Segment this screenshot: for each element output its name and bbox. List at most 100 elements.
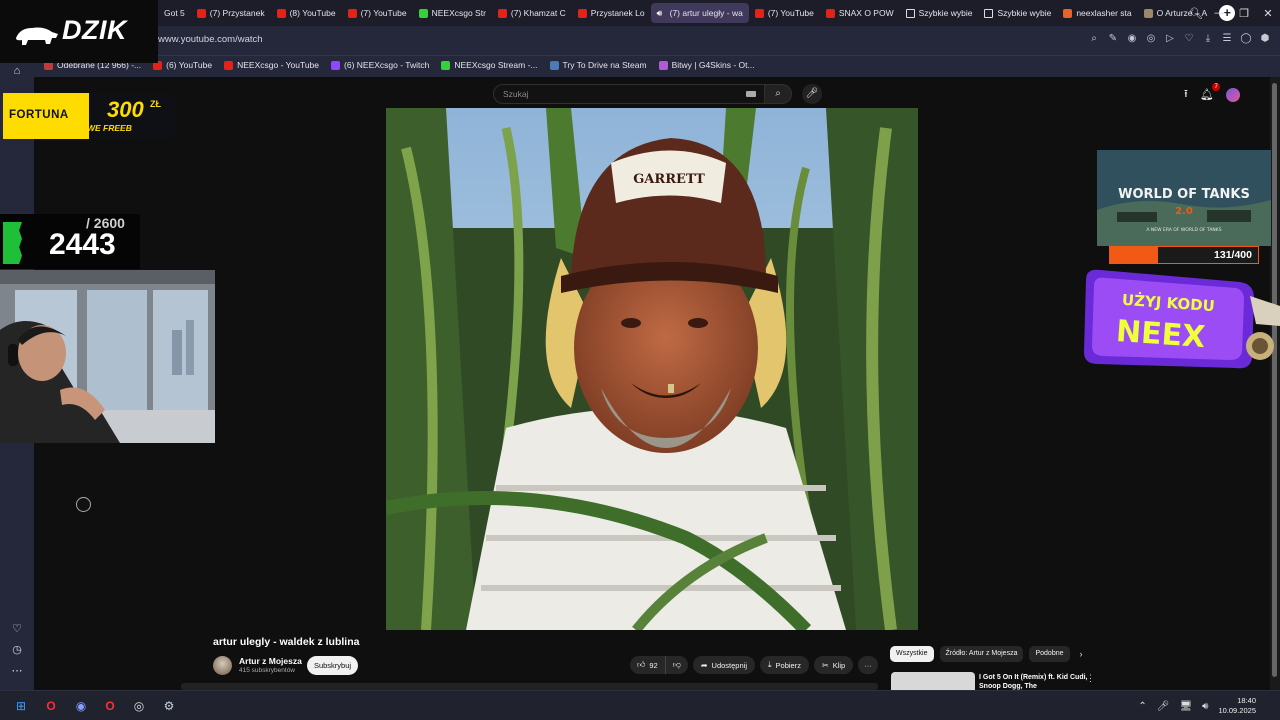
like-dislike-group: 👍︎ 92 👎︎	[630, 656, 688, 674]
volume-icon[interactable]: 🔊︎	[1202, 701, 1208, 712]
world-of-tanks-logo: WORLD OF TANKS 2.0 A NEW ERA OF WORLD OF…	[1097, 150, 1271, 246]
share-label: Udostępnij	[711, 660, 747, 670]
steam-icon[interactable]: ⚙	[160, 697, 178, 715]
boar-icon	[16, 27, 58, 45]
tab-search-icon[interactable]: 🔍︎	[1184, 7, 1208, 20]
account-avatar[interactable]	[1225, 87, 1240, 102]
profile-icon[interactable]: ◯	[1239, 32, 1253, 46]
taskbar: ⊞ O ◉ O ◎ ⚙ ⌃ 🎤︎ 🖥︎ 🔊︎ 18:40 10.09.2025	[0, 690, 1280, 720]
recommended-menu-icon[interactable]: ⋮	[1086, 673, 1095, 684]
video-player[interactable]: GARRETT	[386, 108, 918, 630]
channel-avatar[interactable]	[213, 656, 232, 675]
recommended-thumbnail[interactable]	[891, 672, 975, 690]
bell-icon[interactable]: 🔔︎ 7	[1200, 83, 1220, 101]
fortuna-amount: 300	[107, 97, 144, 122]
address-bar: www.youtube.com/watch ⌕ ✎ ◉ ◎ ▷ ♡ ⤓ ☰ ◯ …	[0, 26, 1280, 55]
fortuna-currency: ZŁ	[150, 99, 161, 109]
browser-tab[interactable]: SNAX O POW	[820, 3, 900, 23]
clip-button[interactable]: ✂ Klip	[813, 656, 854, 674]
close-window-button[interactable]: ✕	[1256, 7, 1280, 20]
browser-tab[interactable]: (7) YouTube	[749, 3, 820, 23]
bookmark-item[interactable]: (6) NEEXcsgo - Twitch	[331, 60, 429, 70]
obs-icon[interactable]: ◎	[130, 697, 148, 715]
counter-value: 2443	[49, 228, 116, 261]
youtube-icon	[347, 8, 357, 18]
page-scrollbar[interactable]	[1270, 77, 1280, 690]
dislike-button[interactable]: 👎︎	[666, 656, 688, 674]
history-icon[interactable]: ◷	[9, 642, 25, 658]
screen: Got 5 (7) Przystanek (8) YouTube (7) YouTub…	[0, 0, 1280, 720]
browser-tab[interactable]: (7) YouTube	[342, 3, 413, 23]
browser-tab[interactable]: Szybkie wybie	[900, 3, 979, 23]
heart-icon[interactable]: ♡	[1182, 32, 1196, 46]
menu-icon[interactable]: ☰	[1220, 32, 1234, 46]
bookmark-favicon-icon	[224, 60, 234, 70]
url-field[interactable]: www.youtube.com/watch	[158, 34, 263, 45]
windows-start-icon[interactable]: ⊞	[12, 697, 30, 715]
chevron-right-icon[interactable]: ›	[1080, 649, 1083, 659]
scissors-icon: ✂	[821, 660, 829, 670]
browser-tab[interactable]: (8) YouTube	[271, 3, 342, 23]
play-icon[interactable]: ▷	[1163, 32, 1177, 46]
tab-label: Przystanek Lo	[590, 8, 645, 18]
minimize-button[interactable]: —	[1208, 7, 1232, 19]
search-button[interactable]: ⌕	[764, 84, 792, 104]
edit-icon[interactable]: ✎	[1106, 32, 1120, 46]
clock[interactable]: 18:40 10.09.2025	[1218, 696, 1256, 716]
channel-name[interactable]: Artur z Mojesza	[239, 656, 302, 666]
grid-icon	[984, 8, 994, 18]
wot-progress-bar: 131/400	[1109, 246, 1259, 264]
maximize-button[interactable]: ❐	[1232, 7, 1256, 20]
microphone-icon[interactable]: 🎤︎	[802, 84, 822, 104]
opera-gx-icon[interactable]: O	[42, 697, 60, 715]
like-button[interactable]: 👍︎ 92	[630, 656, 666, 674]
bookmark-label: Try To Drive na Steam	[562, 60, 647, 70]
upload-icon[interactable]: ⭱	[1184, 85, 1188, 104]
browser-tab[interactable]: Przystanek Lo	[572, 3, 651, 23]
network-icon[interactable]: 🖥︎	[1179, 701, 1192, 712]
browser-tab[interactable]: Szybkie wybie	[978, 3, 1057, 23]
recommended-title[interactable]: I Got 5 On It (Remix) ft. Kid Cudi, Snoo…	[979, 673, 1091, 690]
subscribe-button[interactable]: Subskrybuj	[307, 656, 358, 675]
speaker-icon: 🔊︎	[656, 7, 663, 18]
tab-label: neexlasher sta	[1076, 8, 1132, 18]
tab-label: (7) YouTube	[767, 8, 814, 18]
search-icon[interactable]: ⌕	[1087, 32, 1101, 46]
search-box[interactable]: Szukaj	[493, 84, 765, 104]
chevron-up-icon[interactable]: ⌃	[1138, 701, 1146, 712]
vpn-icon[interactable]: ◎	[1144, 32, 1158, 46]
opera-icon[interactable]: O	[101, 697, 119, 715]
browser-tab[interactable]: neexlasher sta	[1057, 3, 1137, 23]
browser-tab[interactable]: Got 5	[158, 3, 191, 23]
bookmark-item[interactable]: NEEXcsgo - YouTube	[224, 60, 319, 70]
bookmark-item[interactable]: (6) YouTube	[153, 60, 212, 70]
bookmark-label: (6) NEEXcsgo - Twitch	[344, 60, 430, 70]
system-tray: ⌃ 🎤︎ 🖥︎ 🔊︎ 18:40 10.09.2025	[1138, 696, 1256, 716]
cube-icon[interactable]: ⬢	[1258, 32, 1272, 46]
microphone-icon[interactable]: 🎤︎	[1157, 701, 1170, 712]
download-icon[interactable]: ⤓	[1201, 32, 1215, 46]
more-icon[interactable]: ⋯	[9, 663, 25, 679]
tab-label: SNAX O POW	[838, 8, 894, 18]
chip-all[interactable]: Wszystkie	[890, 646, 934, 662]
chip-related[interactable]: Podobne	[1029, 646, 1070, 662]
youtube-icon	[276, 8, 286, 18]
browser-tab[interactable]: (7) Przystanek	[191, 3, 271, 23]
bookmark-item[interactable]: Bitwy | G4Skins - Ot...	[658, 60, 755, 70]
more-actions-button[interactable]: ···	[858, 656, 878, 674]
search-input[interactable]: Szukaj	[503, 89, 529, 99]
camera-icon[interactable]: ◉	[1125, 32, 1139, 46]
share-button[interactable]: ➦ Udostępnij	[692, 656, 755, 674]
bookmark-item[interactable]: Try To Drive na Steam	[549, 60, 647, 70]
browser-tab[interactable]: NEEXcsgo Str	[413, 3, 492, 23]
browser-tab[interactable]: (7) Khamzat C	[492, 3, 572, 23]
keyboard-icon[interactable]	[746, 91, 756, 97]
download-button[interactable]: ⤓ Pobierz	[760, 656, 809, 674]
bookmark-favicon-icon	[331, 60, 341, 70]
discord-icon[interactable]: ◉	[72, 697, 90, 715]
home-icon[interactable]: ⌂	[9, 63, 25, 79]
bookmark-item[interactable]: NEEXcsgo Stream -...	[441, 60, 538, 70]
heart-icon[interactable]: ♡	[9, 621, 25, 637]
browser-tab[interactable]: 🔊︎ (7) artur uległy - wa	[650, 3, 749, 23]
chip-source[interactable]: Źródło: Artur z Mojesza	[939, 646, 1024, 662]
